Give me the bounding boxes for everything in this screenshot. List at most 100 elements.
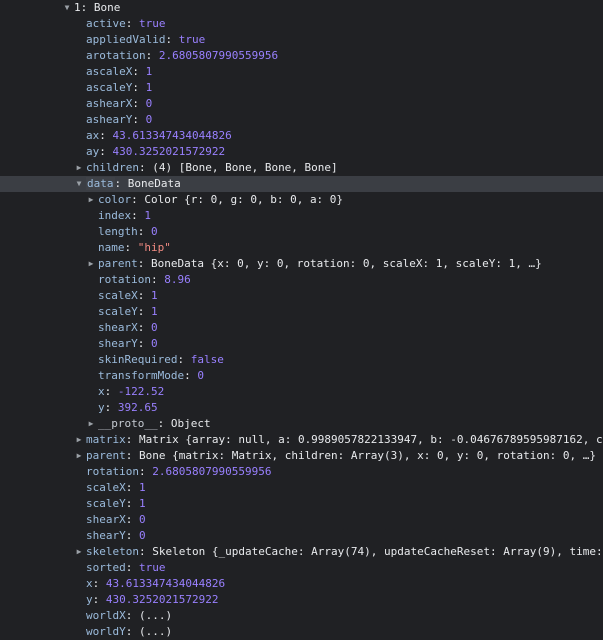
key-value-separator: : <box>165 33 179 46</box>
property-value: 1 <box>151 289 158 302</box>
property-key: ay <box>86 145 100 158</box>
property-key: index <box>98 209 132 222</box>
property-value: true <box>139 17 166 30</box>
tree-row[interactable]: y: 392.65 <box>0 400 603 416</box>
tree-row[interactable]: shearY: 0 <box>0 528 603 544</box>
tree-row[interactable]: scaleY: 1 <box>0 304 603 320</box>
tree-row[interactable]: shearX: 0 <box>0 320 603 336</box>
triangle-right-icon[interactable]: ▶ <box>86 416 96 432</box>
tree-row[interactable]: scaleY: 1 <box>0 496 603 512</box>
object-property-tree: ▼ 1: Bone active: true appliedValid: true ar… <box>0 0 603 640</box>
tree-row-content: parent: Bone {matrix: Matrix, children: … <box>86 448 603 464</box>
property-value: 1 <box>139 481 146 494</box>
tree-row[interactable]: ▶ parent: BoneData {x: 0, y: 0, rotation:… <box>0 256 603 272</box>
key-value-separator: : <box>125 433 139 446</box>
tree-row-content: ashearY: 0 <box>86 112 603 128</box>
triangle-right-icon[interactable]: ▶ <box>74 160 84 176</box>
triangle-right-icon[interactable]: ▶ <box>74 544 84 560</box>
property-value: 392.65 <box>117 401 158 414</box>
property-value: 1 <box>144 209 151 222</box>
tree-row[interactable]: scaleX: 1 <box>0 480 603 496</box>
tree-row[interactable]: worldX: (...) <box>0 608 603 624</box>
tree-row[interactable]: ▼ 1: Bone <box>0 0 603 16</box>
tree-row[interactable]: y: 430.3252021572922 <box>0 592 603 608</box>
property-key: active <box>86 17 126 30</box>
tree-row[interactable]: sorted: true <box>0 560 603 576</box>
selected-key-highlight: data <box>86 177 115 190</box>
triangle-down-icon[interactable]: ▼ <box>74 176 84 192</box>
property-value[interactable]: (...) <box>139 625 172 638</box>
tree-row[interactable]: name: "hip" <box>0 240 603 256</box>
tree-row[interactable]: rotation: 8.96 <box>0 272 603 288</box>
property-key: ascaleX <box>86 65 133 78</box>
property-key: rotation <box>86 465 139 478</box>
tree-row[interactable]: ascaleX: 1 <box>0 64 603 80</box>
key-value-separator: : <box>137 305 151 318</box>
tree-row[interactable]: rotation: 2.6805807990559956 <box>0 464 603 480</box>
property-key: length <box>98 225 138 238</box>
property-value[interactable]: (...) <box>139 609 172 622</box>
tree-row[interactable]: appliedValid: true <box>0 32 603 48</box>
tree-row[interactable]: transformMode: 0 <box>0 368 603 384</box>
tree-row[interactable]: ▶ children: (4) [Bone, Bone, Bone, Bone] <box>0 160 603 176</box>
tree-row[interactable]: worldY: (...) <box>0 624 603 640</box>
tree-row-content: y: 430.3252021572922 <box>86 592 603 608</box>
tree-row[interactable]: index: 1 <box>0 208 603 224</box>
tree-row-content: appliedValid: true <box>86 32 603 48</box>
key-value-separator: : <box>125 561 139 574</box>
tree-row[interactable]: skinRequired: false <box>0 352 603 368</box>
tree-row[interactable]: shearY: 0 <box>0 336 603 352</box>
tree-row[interactable]: ▶ skeleton: Skeleton {_updateCache: Array… <box>0 544 603 560</box>
tree-row[interactable]: shearX: 0 <box>0 512 603 528</box>
triangle-right-icon[interactable]: ▶ <box>86 256 96 272</box>
property-key: y <box>86 593 93 606</box>
tree-row[interactable]: scaleX: 1 <box>0 288 603 304</box>
tree-row[interactable]: x: 43.613347434044826 <box>0 576 603 592</box>
property-key: scaleX <box>98 289 138 302</box>
tree-row-content: arotation: 2.6805807990559956 <box>86 48 603 64</box>
key-value-separator: : <box>150 273 165 286</box>
tree-row[interactable]: ▶ color: Color {r: 0, g: 0, b: 0, a: 0} <box>0 192 603 208</box>
key-value-separator: : <box>145 49 159 62</box>
tree-row[interactable]: ay: 430.3252021572922 <box>0 144 603 160</box>
triangle-right-icon[interactable]: ▶ <box>74 448 84 464</box>
tree-row-content: parent: BoneData {x: 0, y: 0, rotation: … <box>98 256 603 272</box>
tree-row[interactable]: ▼ data: BoneData <box>0 176 603 192</box>
tree-row-content: color: Color {r: 0, g: 0, b: 0, a: 0} <box>98 192 603 208</box>
property-value: 1 <box>145 81 153 94</box>
tree-row-content: shearX: 0 <box>86 512 603 528</box>
property-value: 0 <box>151 337 158 350</box>
tree-row[interactable]: ax: 43.613347434044826 <box>0 128 603 144</box>
triangle-right-icon[interactable]: ▶ <box>74 432 84 448</box>
property-key: matrix <box>86 433 126 446</box>
property-value: 0 <box>151 225 158 238</box>
tree-row[interactable]: ▶ parent: Bone {matrix: Matrix, children:… <box>0 448 603 464</box>
tree-row[interactable]: ashearX: 0 <box>0 96 603 112</box>
triangle-down-icon[interactable]: ▼ <box>62 0 72 16</box>
key-value-separator: : <box>104 385 118 398</box>
triangle-right-icon[interactable]: ▶ <box>86 192 96 208</box>
key-value-separator: : <box>138 161 153 174</box>
property-key: sorted <box>86 561 126 574</box>
tree-row[interactable]: ascaleY: 1 <box>0 80 603 96</box>
tree-row-content: rotation: 8.96 <box>98 272 603 288</box>
property-key: skeleton <box>86 545 139 558</box>
tree-row[interactable]: x: -122.52 <box>0 384 603 400</box>
tree-row[interactable]: active: true <box>0 16 603 32</box>
tree-row[interactable]: ▶ matrix: Matrix {array: null, a: 0.99890… <box>0 432 603 448</box>
tree-row[interactable]: ▶ __proto__: Object <box>0 416 603 432</box>
tree-row[interactable]: arotation: 2.6805807990559956 <box>0 48 603 64</box>
property-key: x <box>98 385 105 398</box>
tree-row-content: scaleX: 1 <box>86 480 603 496</box>
tree-row-content: scaleY: 1 <box>86 496 603 512</box>
property-key: rotation <box>98 273 151 286</box>
property-key: worldY <box>86 625 126 638</box>
tree-row-content: ashearX: 0 <box>86 96 603 112</box>
tree-row[interactable]: length: 0 <box>0 224 603 240</box>
tree-row-content: index: 1 <box>98 208 603 224</box>
property-key: 1: Bone <box>74 1 121 14</box>
property-value: 430.3252021572922 <box>105 593 219 606</box>
tree-row-content: x: 43.613347434044826 <box>86 576 603 592</box>
key-value-separator: : <box>132 113 146 126</box>
tree-row[interactable]: ashearY: 0 <box>0 112 603 128</box>
